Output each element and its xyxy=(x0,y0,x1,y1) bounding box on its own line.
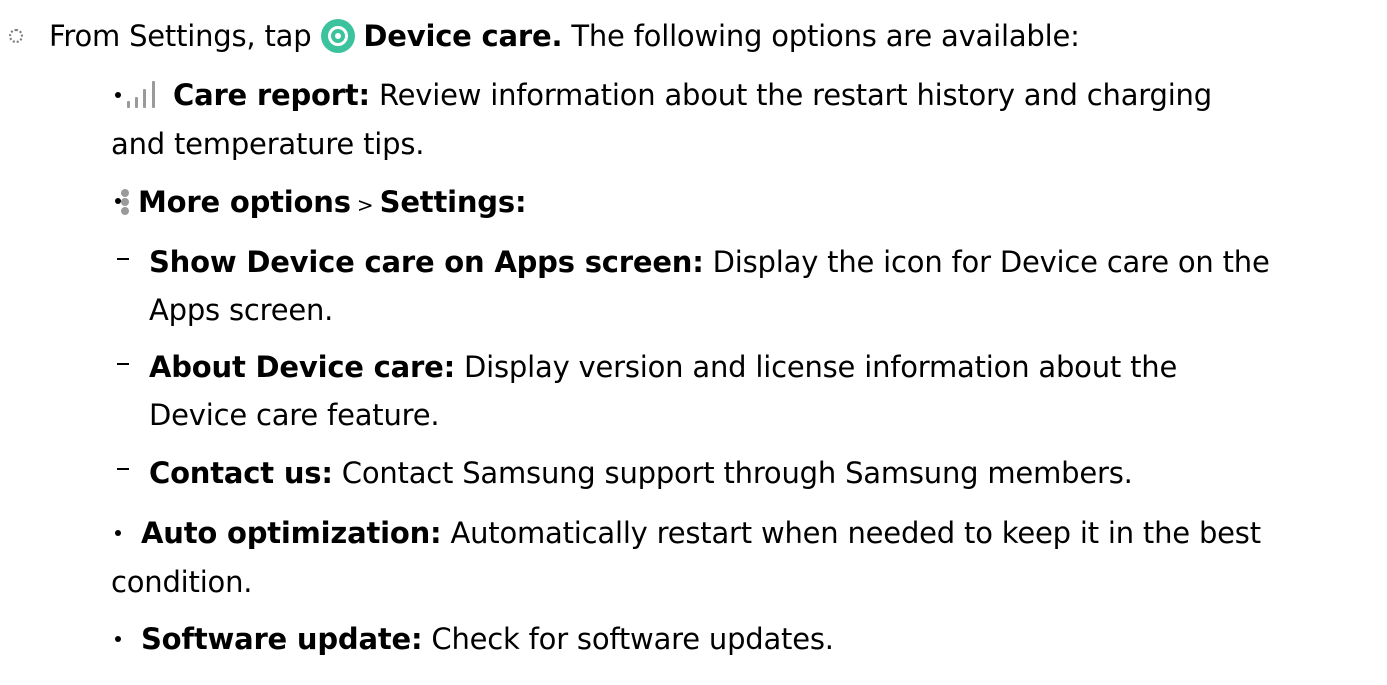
device-care-icon xyxy=(321,19,356,53)
bullet-icon xyxy=(115,636,121,642)
instruction-document: From Settings, tap Device care. The follo… xyxy=(0,0,1387,685)
settings-label: Settings xyxy=(379,185,515,219)
sub-about-line2: Device care feature. xyxy=(149,398,440,432)
device-care-label: Device care. xyxy=(363,19,563,53)
more-options-icon xyxy=(118,185,132,219)
step-text-before: From Settings, tap xyxy=(49,19,312,53)
more-options-label: More options xyxy=(138,185,351,219)
step-text-after: The following options are available: xyxy=(562,19,1080,53)
sub-show-device-care-line1: Show Device care on Apps screen: Display… xyxy=(149,245,1270,279)
auto-optimization-line1: Auto optimization: Automatically restart… xyxy=(141,516,1261,550)
dash-icon xyxy=(117,363,129,365)
contact-us-label: Contact us xyxy=(149,456,322,490)
care-report-line1: Care report: Review information about th… xyxy=(115,77,1212,114)
care-report-desc: Review information about the restart his… xyxy=(369,78,1212,112)
show-device-care-label: Show Device care on Apps screen xyxy=(149,245,693,279)
more-options-line: More options > Settings: xyxy=(115,184,527,223)
arrow-text: > xyxy=(350,193,380,217)
software-update-line: Software update: Check for software upda… xyxy=(141,622,834,656)
sub-about-line1: About Device care: Display version and l… xyxy=(149,350,1178,384)
auto-optimization-line2: condition. xyxy=(111,565,253,599)
auto-optimization-label: Auto optimization xyxy=(141,516,431,550)
software-update-label: Software update xyxy=(141,622,411,656)
care-report-line2: and temperature tips. xyxy=(111,127,425,161)
sub-contact-line: Contact us: Contact Samsung support thro… xyxy=(149,456,1133,490)
bullet-icon xyxy=(115,530,121,536)
care-report-label: Care report xyxy=(173,78,359,112)
sub-show-device-care-line2: Apps screen. xyxy=(149,293,334,327)
dash-icon xyxy=(117,468,129,470)
step-marker-icon xyxy=(9,29,23,43)
step-line: From Settings, tap Device care. The follo… xyxy=(49,18,1080,55)
about-device-care-label: About Device care xyxy=(149,350,444,384)
bar-chart-icon xyxy=(121,78,167,112)
dash-icon xyxy=(117,258,129,260)
